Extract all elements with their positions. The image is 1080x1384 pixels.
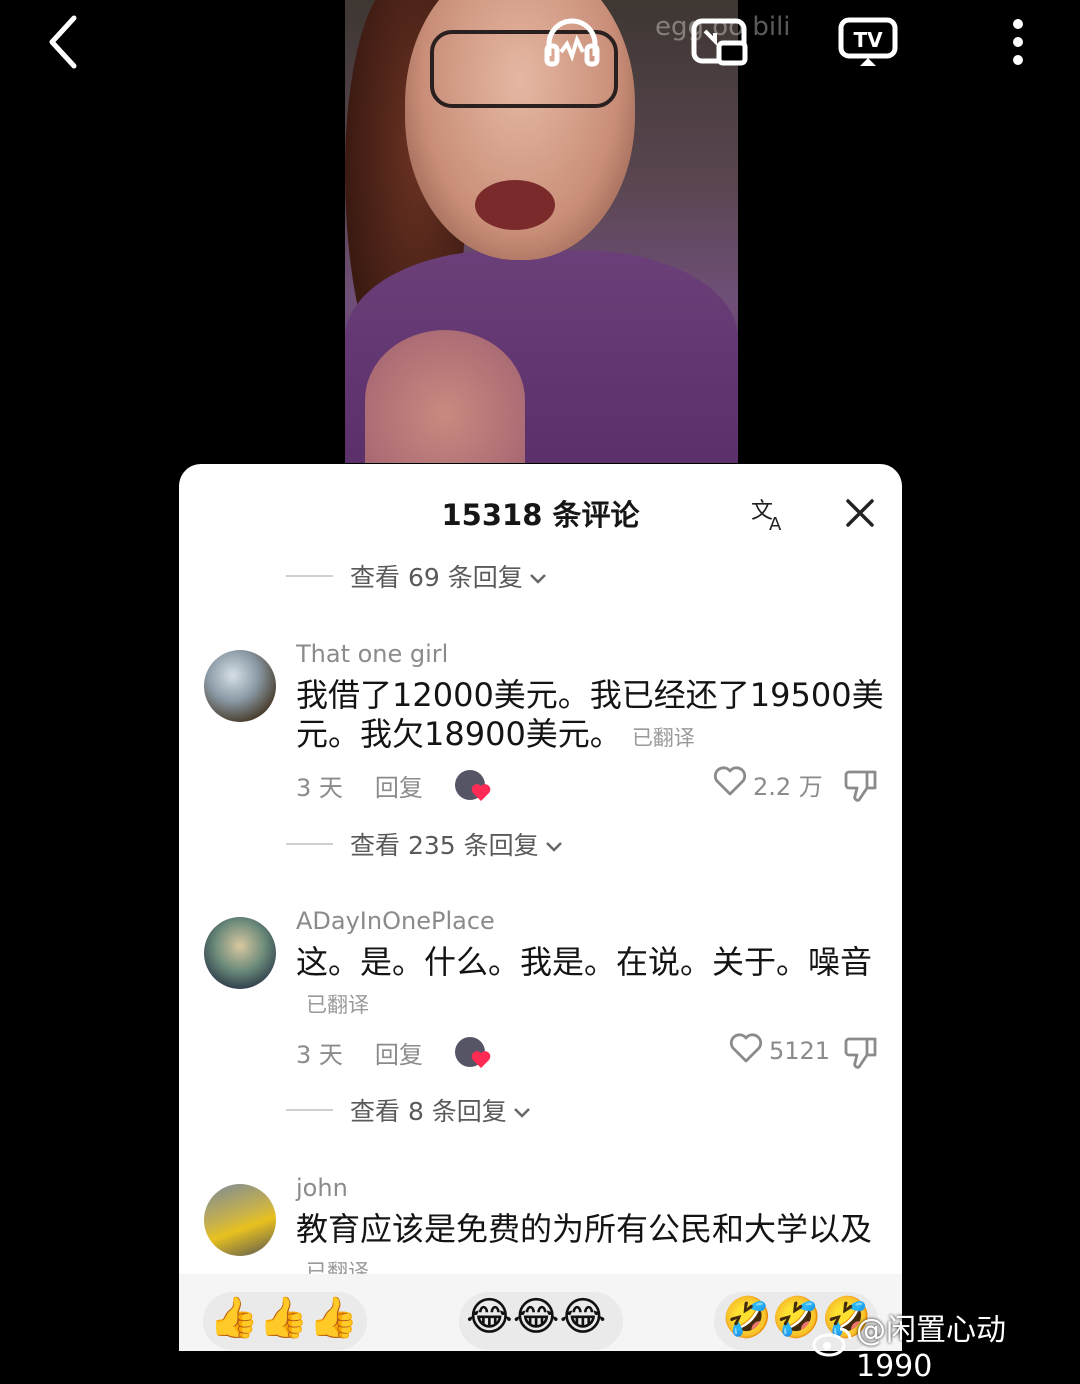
- view-replies-label: 查看 235 条回复: [350, 831, 539, 860]
- weibo-watermark: @闲置心动1990: [812, 1305, 1080, 1384]
- avatar[interactable]: [204, 1184, 276, 1256]
- back-icon[interactable]: [34, 12, 94, 72]
- emoji-quick-bar: 👍👍👍 😂😂😂 🤣🤣🤣: [179, 1274, 902, 1351]
- reply-button[interactable]: 回复: [375, 1035, 423, 1070]
- like-button[interactable]: 2.2 万: [713, 766, 823, 802]
- like-button[interactable]: 5121: [729, 1033, 830, 1069]
- view-replies-button[interactable]: 查看 69 条回复: [286, 558, 547, 594]
- comment-text: 这。是。什么。我是。在说。关于。噪音已翻译: [296, 943, 873, 1017]
- svg-text:A: A: [769, 514, 782, 534]
- chevron-down-icon: [545, 830, 563, 859]
- chevron-down-icon: [529, 562, 547, 591]
- comment-meta: 3 天 回复: [296, 768, 491, 803]
- view-replies-label: 查看 69 条回复: [350, 563, 523, 592]
- dislike-icon[interactable]: [843, 768, 879, 804]
- comment-time: 3 天: [296, 774, 343, 802]
- username[interactable]: That one girl: [296, 640, 448, 668]
- more-icon[interactable]: [988, 12, 1048, 72]
- dislike-icon[interactable]: [843, 1035, 879, 1071]
- username[interactable]: ADayInOnePlace: [296, 907, 495, 935]
- comment-meta: 3 天 回复: [296, 1035, 491, 1070]
- avatar[interactable]: [204, 650, 276, 722]
- comments-count-title: 15318 条评论: [441, 498, 640, 532]
- heart-icon: [713, 766, 747, 802]
- view-replies-label: 查看 8 条回复: [350, 1097, 507, 1126]
- translated-tag: 已翻译: [306, 993, 369, 1017]
- view-replies-button[interactable]: 查看 8 条回复: [286, 1092, 531, 1128]
- chevron-down-icon: [513, 1096, 531, 1125]
- video-watermark: egg oo bili: [655, 12, 791, 42]
- comments-panel: 15318 条评论 文A 查看 69 条回复 That one girl 我借了…: [179, 464, 902, 1351]
- heart-icon: [729, 1033, 763, 1069]
- avatar[interactable]: [204, 917, 276, 989]
- weibo-icon: [812, 1325, 852, 1365]
- tv-cast-icon[interactable]: TV: [838, 12, 898, 72]
- like-count: 5121: [769, 1037, 831, 1065]
- joy-emoji: 😂😂😂: [466, 1294, 607, 1340]
- close-icon[interactable]: [843, 496, 877, 530]
- username[interactable]: john: [296, 1174, 348, 1202]
- creator-liked-icon: [454, 769, 491, 803]
- translate-icon[interactable]: 文A: [749, 494, 789, 535]
- creator-liked-icon: [454, 1036, 491, 1070]
- translated-tag: 已翻译: [631, 726, 695, 750]
- comment-text: 我借了12000美元。我已经还了19500美元。我欠18900美元。 已翻译: [296, 676, 884, 753]
- top-bar: egg oo bili TV: [0, 0, 1080, 90]
- headphones-icon[interactable]: [542, 12, 602, 72]
- reply-button[interactable]: 回复: [375, 768, 423, 803]
- like-count: 2.2 万: [753, 772, 823, 801]
- svg-text:TV: TV: [853, 28, 883, 52]
- comment-time: 3 天: [296, 1041, 343, 1069]
- thumbs-up-emoji: 👍👍👍: [209, 1295, 359, 1341]
- view-replies-button[interactable]: 查看 235 条回复: [286, 826, 563, 862]
